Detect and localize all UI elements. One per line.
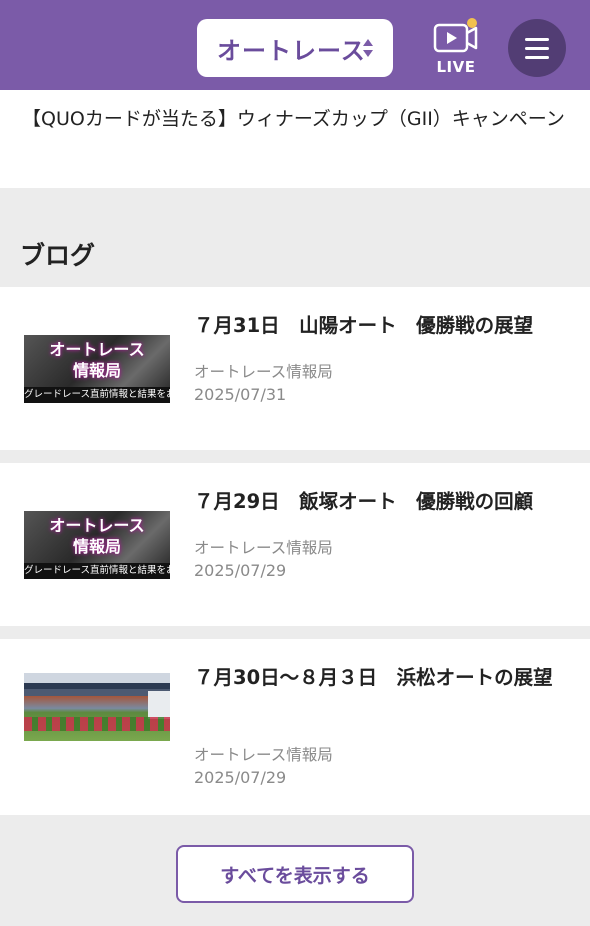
grandstand-roof: [24, 683, 170, 689]
live-button[interactable]: LIVE: [430, 18, 482, 78]
hamburger-menu-button[interactable]: [508, 19, 566, 77]
blog-card-source: オートレース情報局: [194, 539, 333, 557]
blog-thumbnail: [24, 673, 170, 741]
thumbnail-caption: グレードレース直前情報と結果をお届け: [24, 387, 170, 403]
race-type-select-label: オートレース: [217, 36, 366, 65]
blog-card-source: オートレース情報局: [194, 363, 333, 381]
blog-card-title: ７月30日～８月３日 浜松オートの展望: [194, 666, 553, 689]
menu-icon-bar: [525, 46, 549, 50]
view-all-button[interactable]: すべてを表示する: [176, 845, 414, 903]
menu-icon-bar: [525, 37, 549, 41]
menu-icon-bar: [525, 55, 549, 59]
campaign-link-text: 【QUOカードが当たる】ウィナーズカップ（GII）キャンペーン: [22, 108, 565, 130]
blog-thumbnail: オートレース 情報局 グレードレース直前情報と結果をお届け: [24, 511, 170, 579]
live-indicator-dot: [467, 18, 477, 28]
race-type-select[interactable]: オートレース: [197, 19, 393, 77]
thumbnail-title: オートレース 情報局: [49, 516, 145, 556]
blog-card-date: 2025/07/31: [194, 385, 287, 404]
blog-card[interactable]: オートレース 情報局 グレードレース直前情報と結果をお届け ７月29日 飯塚オー…: [0, 463, 590, 626]
sort-arrows-icon: [363, 39, 373, 57]
blog-card-date: 2025/07/29: [194, 768, 287, 787]
blog-card[interactable]: オートレース 情報局 グレードレース直前情報と結果をお届け ７月31日 山陽オー…: [0, 287, 590, 450]
blog-card-title: ７月29日 飯塚オート 優勝戦の回顧: [194, 490, 534, 513]
blog-card-date: 2025/07/29: [194, 561, 287, 580]
blog-card[interactable]: ７月30日～８月３日 浜松オートの展望 オートレース情報局 2025/07/29: [0, 639, 590, 815]
building-shape: [148, 691, 170, 719]
thumbnail-caption: グレードレース直前情報と結果をお届け: [24, 563, 170, 579]
app-header: オートレース LIVE: [0, 0, 590, 90]
campaign-link[interactable]: 【QUOカードが当たる】ウィナーズカップ（GII）キャンペーン: [0, 90, 590, 188]
thumbnail-title: オートレース 情報局: [49, 340, 145, 380]
blog-card-title: ７月31日 山陽オート 優勝戦の展望: [194, 314, 534, 337]
flowerbed-shape: [24, 717, 170, 731]
blog-card-source: オートレース情報局: [194, 746, 333, 764]
live-label: LIVE: [436, 58, 476, 76]
blog-thumbnail: オートレース 情報局 グレードレース直前情報と結果をお届け: [24, 335, 170, 403]
blog-section-title: ブログ: [20, 241, 96, 270]
